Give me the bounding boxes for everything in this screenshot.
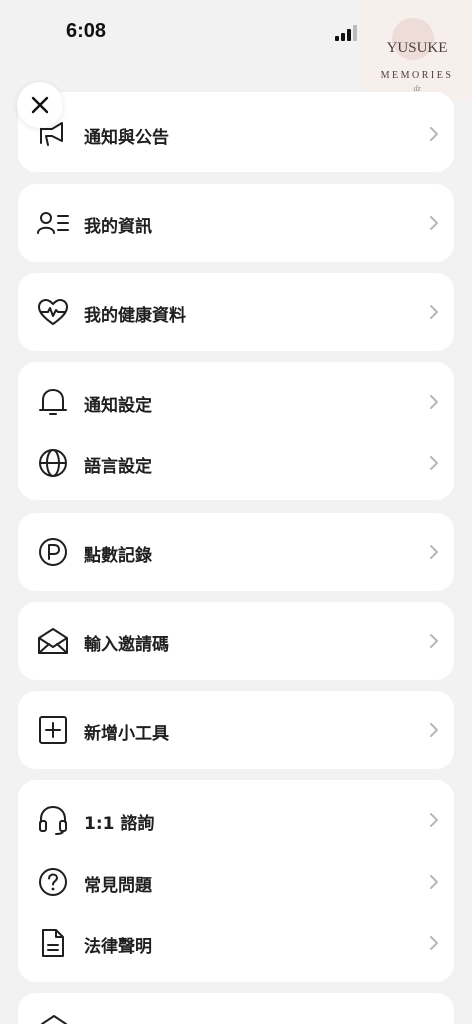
label-faq: 常見問題 bbox=[84, 876, 152, 896]
menu-item-language-settings[interactable]: 語言設定 bbox=[18, 432, 454, 494]
headset-icon bbox=[37, 804, 69, 836]
user-list-icon bbox=[37, 207, 69, 239]
watermark-logo: YUSUKE MEMORIES dz bbox=[362, 0, 472, 100]
card-health-data: 我的健康資料 bbox=[18, 273, 454, 351]
menu-item-my-info[interactable]: 我的資訊 bbox=[18, 192, 454, 254]
heart-pulse-icon bbox=[37, 296, 69, 328]
menu-item-announcements[interactable]: 通知與公告 bbox=[18, 103, 454, 165]
menu-item-consultation[interactable]: 1:1 諮詢 bbox=[18, 789, 454, 851]
document-icon bbox=[37, 927, 69, 959]
menu-item-notification-settings[interactable]: 通知設定 bbox=[18, 371, 454, 433]
label-health-data: 我的健康資料 bbox=[84, 306, 186, 326]
label-consultation: 1:1 諮詢 bbox=[84, 814, 155, 834]
card-support: 1:1 諮詢 常見問題 法律聲明 bbox=[18, 780, 454, 982]
globe-icon bbox=[37, 447, 69, 479]
chevron-right-icon bbox=[430, 216, 438, 230]
points-icon bbox=[37, 536, 69, 568]
chevron-right-icon bbox=[430, 545, 438, 559]
card-partial bbox=[18, 993, 454, 1024]
chevron-right-icon bbox=[430, 305, 438, 319]
card-my-info: 我的資訊 bbox=[18, 184, 454, 262]
card-invite: 輸入邀請碼 bbox=[18, 602, 454, 680]
chevron-right-icon bbox=[430, 395, 438, 409]
card-widget: 新增小工具 bbox=[18, 691, 454, 769]
chevron-right-icon bbox=[430, 875, 438, 889]
open-envelope-icon bbox=[37, 625, 69, 657]
chevron-right-icon bbox=[430, 127, 438, 141]
close-button[interactable] bbox=[17, 82, 63, 128]
menu-item-partial[interactable] bbox=[18, 993, 454, 1024]
menu-item-points-record[interactable]: 點數記錄 bbox=[18, 521, 454, 583]
menu-item-health-data[interactable]: 我的健康資料 bbox=[18, 281, 454, 343]
label-points-record: 點數記錄 bbox=[84, 546, 152, 566]
add-box-icon bbox=[37, 714, 69, 746]
home-icon bbox=[41, 1015, 67, 1024]
watermark-title: YUSUKE bbox=[386, 40, 448, 56]
card-points: 點數記錄 bbox=[18, 513, 454, 591]
chevron-right-icon bbox=[430, 936, 438, 950]
watermark-subtitle: MEMORIES bbox=[380, 70, 454, 81]
card-announcements: 通知與公告 bbox=[18, 92, 454, 172]
menu-item-invite-code[interactable]: 輸入邀請碼 bbox=[18, 610, 454, 672]
close-icon bbox=[31, 96, 49, 114]
label-language-settings: 語言設定 bbox=[84, 457, 152, 477]
card-settings: 通知設定 語言設定 bbox=[18, 362, 454, 500]
chevron-right-icon bbox=[430, 456, 438, 470]
chevron-right-icon bbox=[430, 634, 438, 648]
menu-item-legal[interactable]: 法律聲明 bbox=[18, 912, 454, 974]
signal-icon bbox=[335, 25, 357, 41]
chevron-right-icon bbox=[430, 813, 438, 827]
label-announcements: 通知與公告 bbox=[84, 128, 169, 148]
label-add-widget: 新增小工具 bbox=[84, 724, 169, 744]
menu-item-add-widget[interactable]: 新增小工具 bbox=[18, 699, 454, 761]
question-circle-icon bbox=[37, 866, 69, 898]
label-my-info: 我的資訊 bbox=[84, 217, 152, 237]
label-notification-settings: 通知設定 bbox=[84, 396, 152, 416]
label-invite-code: 輸入邀請碼 bbox=[84, 635, 169, 655]
menu-item-faq[interactable]: 常見問題 bbox=[18, 851, 454, 913]
bell-icon bbox=[37, 386, 69, 418]
status-time: 6:08 bbox=[66, 20, 107, 42]
label-legal: 法律聲明 bbox=[84, 937, 152, 957]
chevron-right-icon bbox=[430, 723, 438, 737]
